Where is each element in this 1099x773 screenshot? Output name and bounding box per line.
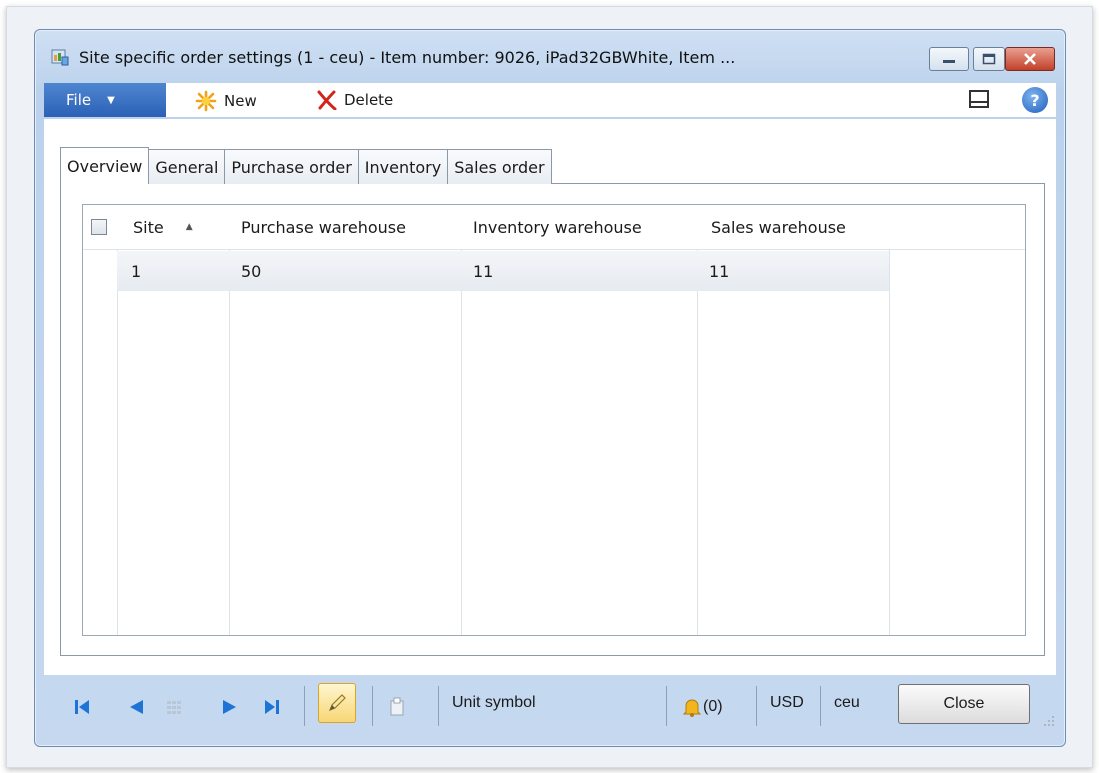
separator bbox=[304, 686, 305, 726]
tab-label: Overview bbox=[67, 156, 143, 176]
previous-record-button[interactable] bbox=[124, 695, 148, 719]
column-header-site[interactable]: Site ▲ bbox=[133, 205, 193, 249]
new-star-icon bbox=[195, 90, 217, 112]
new-button[interactable]: New bbox=[194, 90, 257, 112]
bell-icon bbox=[682, 699, 702, 717]
file-menu-label: File bbox=[66, 91, 92, 109]
first-record-icon bbox=[75, 700, 89, 714]
last-record-button[interactable] bbox=[260, 695, 284, 719]
close-button-label: Close bbox=[943, 695, 985, 712]
tab-sales-order[interactable]: Sales order bbox=[447, 149, 552, 184]
tab-label: Inventory bbox=[364, 157, 442, 177]
cell-inventory-warehouse[interactable]: 11 bbox=[473, 251, 493, 291]
new-label: New bbox=[224, 92, 257, 110]
next-record-button[interactable] bbox=[218, 695, 242, 719]
cell-site[interactable]: 1 bbox=[131, 251, 141, 291]
cell-sales-warehouse[interactable]: 11 bbox=[709, 251, 729, 291]
separator bbox=[666, 686, 667, 726]
attachments-button[interactable] bbox=[386, 695, 408, 719]
select-all-checkbox[interactable] bbox=[91, 219, 107, 235]
overview-grid[interactable]: Site ▲ Purchase warehouse Inventory ware… bbox=[82, 204, 1026, 636]
tab-general[interactable]: General bbox=[148, 149, 226, 184]
help-icon[interactable]: ? bbox=[1022, 87, 1048, 113]
edit-mode-button[interactable] bbox=[318, 683, 356, 723]
currency-label[interactable]: USD bbox=[770, 694, 804, 712]
window-title: Site specific order settings (1 - ceu) -… bbox=[79, 48, 736, 67]
tab-inventory[interactable]: Inventory bbox=[357, 149, 449, 184]
tab-overview[interactable]: Overview bbox=[60, 147, 150, 184]
separator bbox=[756, 686, 757, 726]
title-bar[interactable]: Site specific order settings (1 - ceu) -… bbox=[35, 30, 1065, 74]
delete-label: Delete bbox=[344, 91, 394, 109]
last-record-icon bbox=[265, 700, 279, 714]
tab-label: Sales order bbox=[454, 157, 545, 177]
notification-count: (0) bbox=[703, 698, 723, 715]
close-icon bbox=[1024, 53, 1036, 65]
grid-header: Site ▲ Purchase warehouse Inventory ware… bbox=[83, 205, 1025, 250]
column-header-inventory-warehouse[interactable]: Inventory warehouse bbox=[473, 205, 642, 249]
file-menu-button[interactable]: File ▼ bbox=[44, 83, 166, 117]
column-header-label: Inventory warehouse bbox=[473, 217, 642, 237]
minimize-button[interactable] bbox=[929, 47, 969, 71]
separator bbox=[438, 686, 439, 726]
close-button[interactable]: Close bbox=[898, 684, 1030, 724]
fact-box-toggle-icon[interactable] bbox=[969, 90, 989, 108]
tab-label: Purchase order bbox=[231, 157, 352, 177]
grid-view-button[interactable] bbox=[164, 695, 184, 719]
close-window-button[interactable] bbox=[1005, 47, 1055, 71]
sort-ascending-icon: ▲ bbox=[185, 222, 193, 232]
maximize-icon bbox=[982, 53, 996, 65]
resize-grip-icon[interactable] bbox=[1040, 712, 1056, 728]
column-header-label: Site bbox=[133, 217, 164, 237]
chevron-down-icon: ▼ bbox=[107, 94, 115, 106]
previous-record-icon bbox=[130, 700, 143, 714]
maximize-button[interactable] bbox=[973, 47, 1005, 71]
delete-x-icon bbox=[317, 90, 337, 110]
grid-view-icon bbox=[167, 701, 181, 714]
first-record-button[interactable] bbox=[70, 695, 94, 719]
separator bbox=[820, 686, 821, 726]
column-header-label: Purchase warehouse bbox=[241, 217, 406, 237]
column-header-purchase-warehouse[interactable]: Purchase warehouse bbox=[241, 205, 406, 249]
column-header-sales-warehouse[interactable]: Sales warehouse bbox=[711, 205, 846, 249]
separator bbox=[372, 686, 373, 726]
form-icon bbox=[51, 49, 69, 66]
attachment-icon bbox=[390, 697, 404, 716]
next-record-icon bbox=[223, 700, 236, 714]
tab-strip: Overview General Purchase order Inventor… bbox=[60, 147, 552, 184]
notifications-button[interactable]: (0) bbox=[682, 695, 742, 719]
company-label[interactable]: ceu bbox=[834, 694, 860, 712]
minimize-icon bbox=[943, 60, 955, 63]
action-pane: File ▼ New Delete ? bbox=[44, 83, 1056, 117]
tab-label: General bbox=[155, 157, 219, 177]
tab-purchase-order[interactable]: Purchase order bbox=[224, 149, 359, 184]
unit-symbol-label: Unit symbol bbox=[452, 694, 536, 711]
pencil-icon bbox=[328, 694, 346, 712]
cell-purchase-warehouse[interactable]: 50 bbox=[241, 251, 261, 291]
delete-button[interactable]: Delete bbox=[316, 90, 393, 110]
column-header-label: Sales warehouse bbox=[711, 217, 846, 237]
table-row[interactable]: 1 50 11 11 bbox=[117, 251, 889, 291]
